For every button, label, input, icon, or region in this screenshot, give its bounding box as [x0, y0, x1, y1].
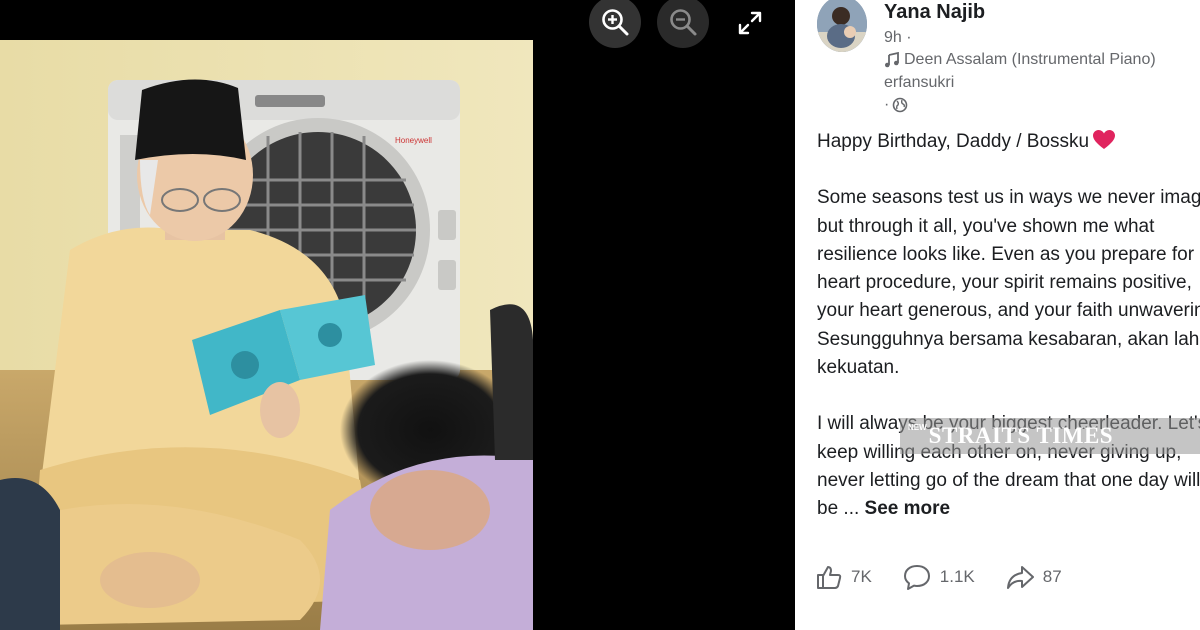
comment-bubble-icon: [903, 565, 930, 590]
caption-line: Sesungguhnya bersama kesabaran, akan lah…: [817, 328, 1200, 350]
photo-illustration: Honeywell: [0, 40, 533, 630]
music-note-icon: [885, 52, 899, 68]
music-artist[interactable]: erfansukri: [884, 74, 954, 92]
post-panel: Yana Najib 9h · Deen Assalam (Instrument…: [795, 0, 1200, 630]
share-arrow-icon: [1006, 566, 1034, 589]
caption-line: Some seasons test us in ways we never im…: [817, 187, 1200, 209]
like-button[interactable]: 7K: [815, 563, 872, 591]
avatar-image: [817, 0, 867, 52]
zoom-in-icon: [602, 9, 629, 36]
red-heart-icon: [1093, 130, 1116, 149]
fullscreen-expand-icon: [738, 11, 762, 35]
watermark-prefix: NEW: [908, 423, 927, 432]
music-title: Deen Assalam (Instrumental Piano): [904, 51, 1156, 68]
caption-line: Happy Birthday, Daddy / Bossku: [817, 128, 1200, 156]
post-actions: 7K 1.1K 87: [815, 563, 1092, 591]
privacy-separator: ·: [884, 96, 890, 113]
thumbs-up-icon: [817, 566, 842, 589]
music-attribution[interactable]: Deen Assalam (Instrumental Piano): [884, 51, 1156, 69]
post-timestamp[interactable]: 9h ·: [884, 29, 912, 47]
watermark-name: STRAITS TIMES: [928, 423, 1114, 448]
share-button[interactable]: 87: [1005, 563, 1062, 591]
caption-line: heart procedure, your spirit remains pos…: [817, 272, 1192, 294]
zoom-out-icon: [670, 9, 697, 36]
avatar[interactable]: [817, 0, 867, 52]
photo-viewer: Honeywell: [0, 0, 795, 630]
caption-line: resilience looks like. Even as you prepa…: [817, 243, 1195, 265]
zoom-out-button[interactable]: [657, 0, 709, 48]
caption-line: kekuatan.: [817, 357, 900, 379]
comment-button[interactable]: 1.1K: [902, 563, 975, 591]
like-count: 7K: [851, 567, 872, 586]
caption-line: your heart generous, and your faith unwa…: [817, 300, 1200, 322]
caption-line: never letting go of the dream that one d…: [817, 469, 1200, 491]
svg-text:Honeywell: Honeywell: [395, 136, 432, 145]
post-photo[interactable]: Honeywell: [0, 40, 533, 630]
share-count: 87: [1042, 567, 1062, 586]
zoom-in-button[interactable]: [589, 0, 641, 48]
privacy-row: ·: [884, 96, 908, 114]
author-name[interactable]: Yana Najib: [884, 1, 985, 24]
fullscreen-button[interactable]: [733, 6, 767, 40]
globe-icon[interactable]: [892, 97, 908, 113]
comment-count: 1.1K: [939, 567, 975, 586]
post-caption: Happy Birthday, Daddy / Bossku Some seas…: [817, 128, 1200, 524]
straits-times-watermark: NEW STRAITS TIMES: [900, 418, 1200, 454]
caption-line: but through it all, you've shown me what: [817, 215, 1155, 237]
see-more-link[interactable]: See more: [865, 498, 951, 519]
caption-line: be ... See more: [817, 498, 951, 520]
